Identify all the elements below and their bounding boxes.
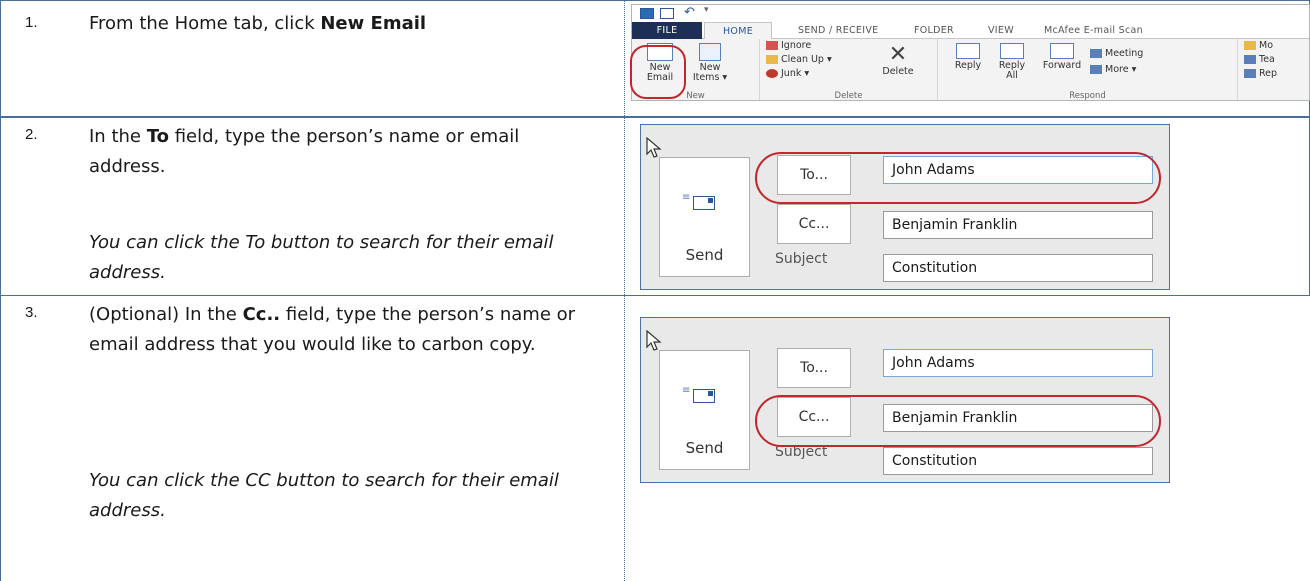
delete-label: Delete [882,66,914,77]
send-label: Send [685,439,724,457]
junk-icon [766,69,778,78]
send-envelope-icon [693,196,715,210]
step-instruction: (Optional) In the Cc.. field, type the p… [89,300,589,360]
more-label: More ▾ [1105,64,1137,75]
move-button[interactable]: Mo [1244,40,1273,51]
send-lines-icon: ≡ [682,385,691,396]
send-envelope-icon [693,389,715,403]
ribbon-group-respond: Reply Reply All Forward Meeting More ▾ R… [938,39,1238,101]
ribbon-group-delete: Ignore Clean Up ▾ Junk ▾ ✕ Delete Delete [760,39,938,101]
clean-up-label: Clean Up ▾ [781,54,832,65]
quick-access-toolbar: ↶ ▾ [632,5,1309,22]
outlook-ribbon-screenshot: ↶ ▾ FILE HOME SEND / RECEIVE FOLDER VIEW… [631,4,1310,101]
step-text-bold: To [146,126,169,147]
step-note: You can click the CC button to search fo… [89,470,559,521]
highlight-cc-oval [755,395,1161,447]
send-label: Send [685,246,724,264]
subject-field[interactable]: Constitution [883,447,1153,475]
team-label: Tea [1259,54,1275,65]
step-number: 1. [25,14,38,31]
reply-all-icon [1000,43,1024,59]
ignore-button[interactable]: Ignore [766,40,811,51]
more-icon [1090,65,1102,74]
meeting-label: Meeting [1105,48,1144,59]
delete-button[interactable]: ✕ Delete [876,43,920,85]
reply-label: Reply [954,60,982,71]
customize-toolbar-icon[interactable]: ▾ [704,5,709,15]
step-text-bold: Cc.. [242,304,281,325]
group-label-respond: Respond [1069,91,1106,101]
send-lines-icon: ≡ [682,192,691,203]
clean-up-icon [766,55,778,64]
tab-home[interactable]: HOME [704,22,772,39]
reply-icon [956,43,980,59]
tab-send-receive[interactable]: SEND / RECEIVE [798,22,878,39]
step-number: 2. [25,126,38,143]
mouse-cursor-icon [646,330,662,351]
highlight-to-oval [755,152,1161,204]
ribbon-tabs: FILE HOME SEND / RECEIVE FOLDER VIEW McA… [632,22,1309,39]
team-icon [1244,55,1256,64]
mouse-cursor-icon [646,137,662,158]
junk-button[interactable]: Junk ▾ [766,68,809,79]
forward-button[interactable]: Forward [1038,43,1086,85]
reply-button[interactable]: Reply [946,43,990,85]
send-receive-all-icon[interactable] [660,8,674,19]
reply-all-button[interactable]: Reply All [990,43,1034,85]
cc-field[interactable]: Benjamin Franklin [883,211,1153,239]
undo-icon[interactable]: ↶ [684,5,695,20]
tab-mcafee[interactable]: McAfee E-mail Scan [1044,22,1143,39]
step-instruction: From the Home tab, click New Email [89,9,589,39]
step-text-before: (Optional) In the [89,304,243,325]
tab-folder[interactable]: FOLDER [914,22,954,39]
reply-delete-button[interactable]: Rep [1244,68,1277,79]
move-icon [1244,41,1256,50]
compose-screenshot-to: ≡ Send To... John Adams Cc... Benjamin F… [640,124,1170,290]
tab-file[interactable]: FILE [632,22,702,39]
cc-button[interactable]: Cc... [777,204,851,244]
new-items-button[interactable]: New Items ▾ [688,43,732,85]
more-respond-button[interactable]: More ▾ [1090,64,1136,75]
forward-icon [1050,43,1074,59]
compose-screenshot-cc: ≡ Send To... John Adams Cc... Benjamin F… [640,317,1170,483]
delete-x-icon: ✕ [888,42,908,67]
to-button[interactable]: To... [777,348,851,388]
send-button[interactable]: ≡ Send [659,157,750,277]
subject-label: Subject [775,251,828,267]
outlook-logo-icon [640,8,654,19]
step-text-bold: New Email [320,13,427,34]
ignore-label: Ignore [781,40,812,51]
highlight-new-email-oval [630,45,686,99]
to-field[interactable]: John Adams [883,349,1153,377]
step-number: 3. [25,304,38,321]
step-text-before: From the Home tab, click [89,13,321,34]
group-label-delete: Delete [834,91,863,101]
subject-field[interactable]: Constitution [883,254,1153,282]
send-button[interactable]: ≡ Send [659,350,750,470]
step-instruction: In the To field, type the person’s name … [89,122,589,182]
meeting-button[interactable]: Meeting [1090,48,1143,59]
step-text-before: In the [89,126,147,147]
clean-up-button[interactable]: Clean Up ▾ [766,54,832,65]
meeting-icon [1090,49,1102,58]
junk-label: Junk ▾ [781,68,810,79]
new-items-icon [699,43,721,61]
step-note: You can click the To button to search fo… [89,232,554,283]
reply-delete-label: Rep [1259,68,1278,79]
tab-view[interactable]: VIEW [988,22,1014,39]
reply-delete-icon [1244,69,1256,78]
ribbon-group-move: Mo Tea Rep [1240,39,1309,100]
ignore-icon [766,41,778,50]
new-items-label-2: Items ▾ [692,72,728,83]
forward-label: Forward [1042,60,1082,71]
reply-all-label-2: All [1006,70,1018,81]
team-button[interactable]: Tea [1244,54,1275,65]
move-label: Mo [1259,40,1274,51]
